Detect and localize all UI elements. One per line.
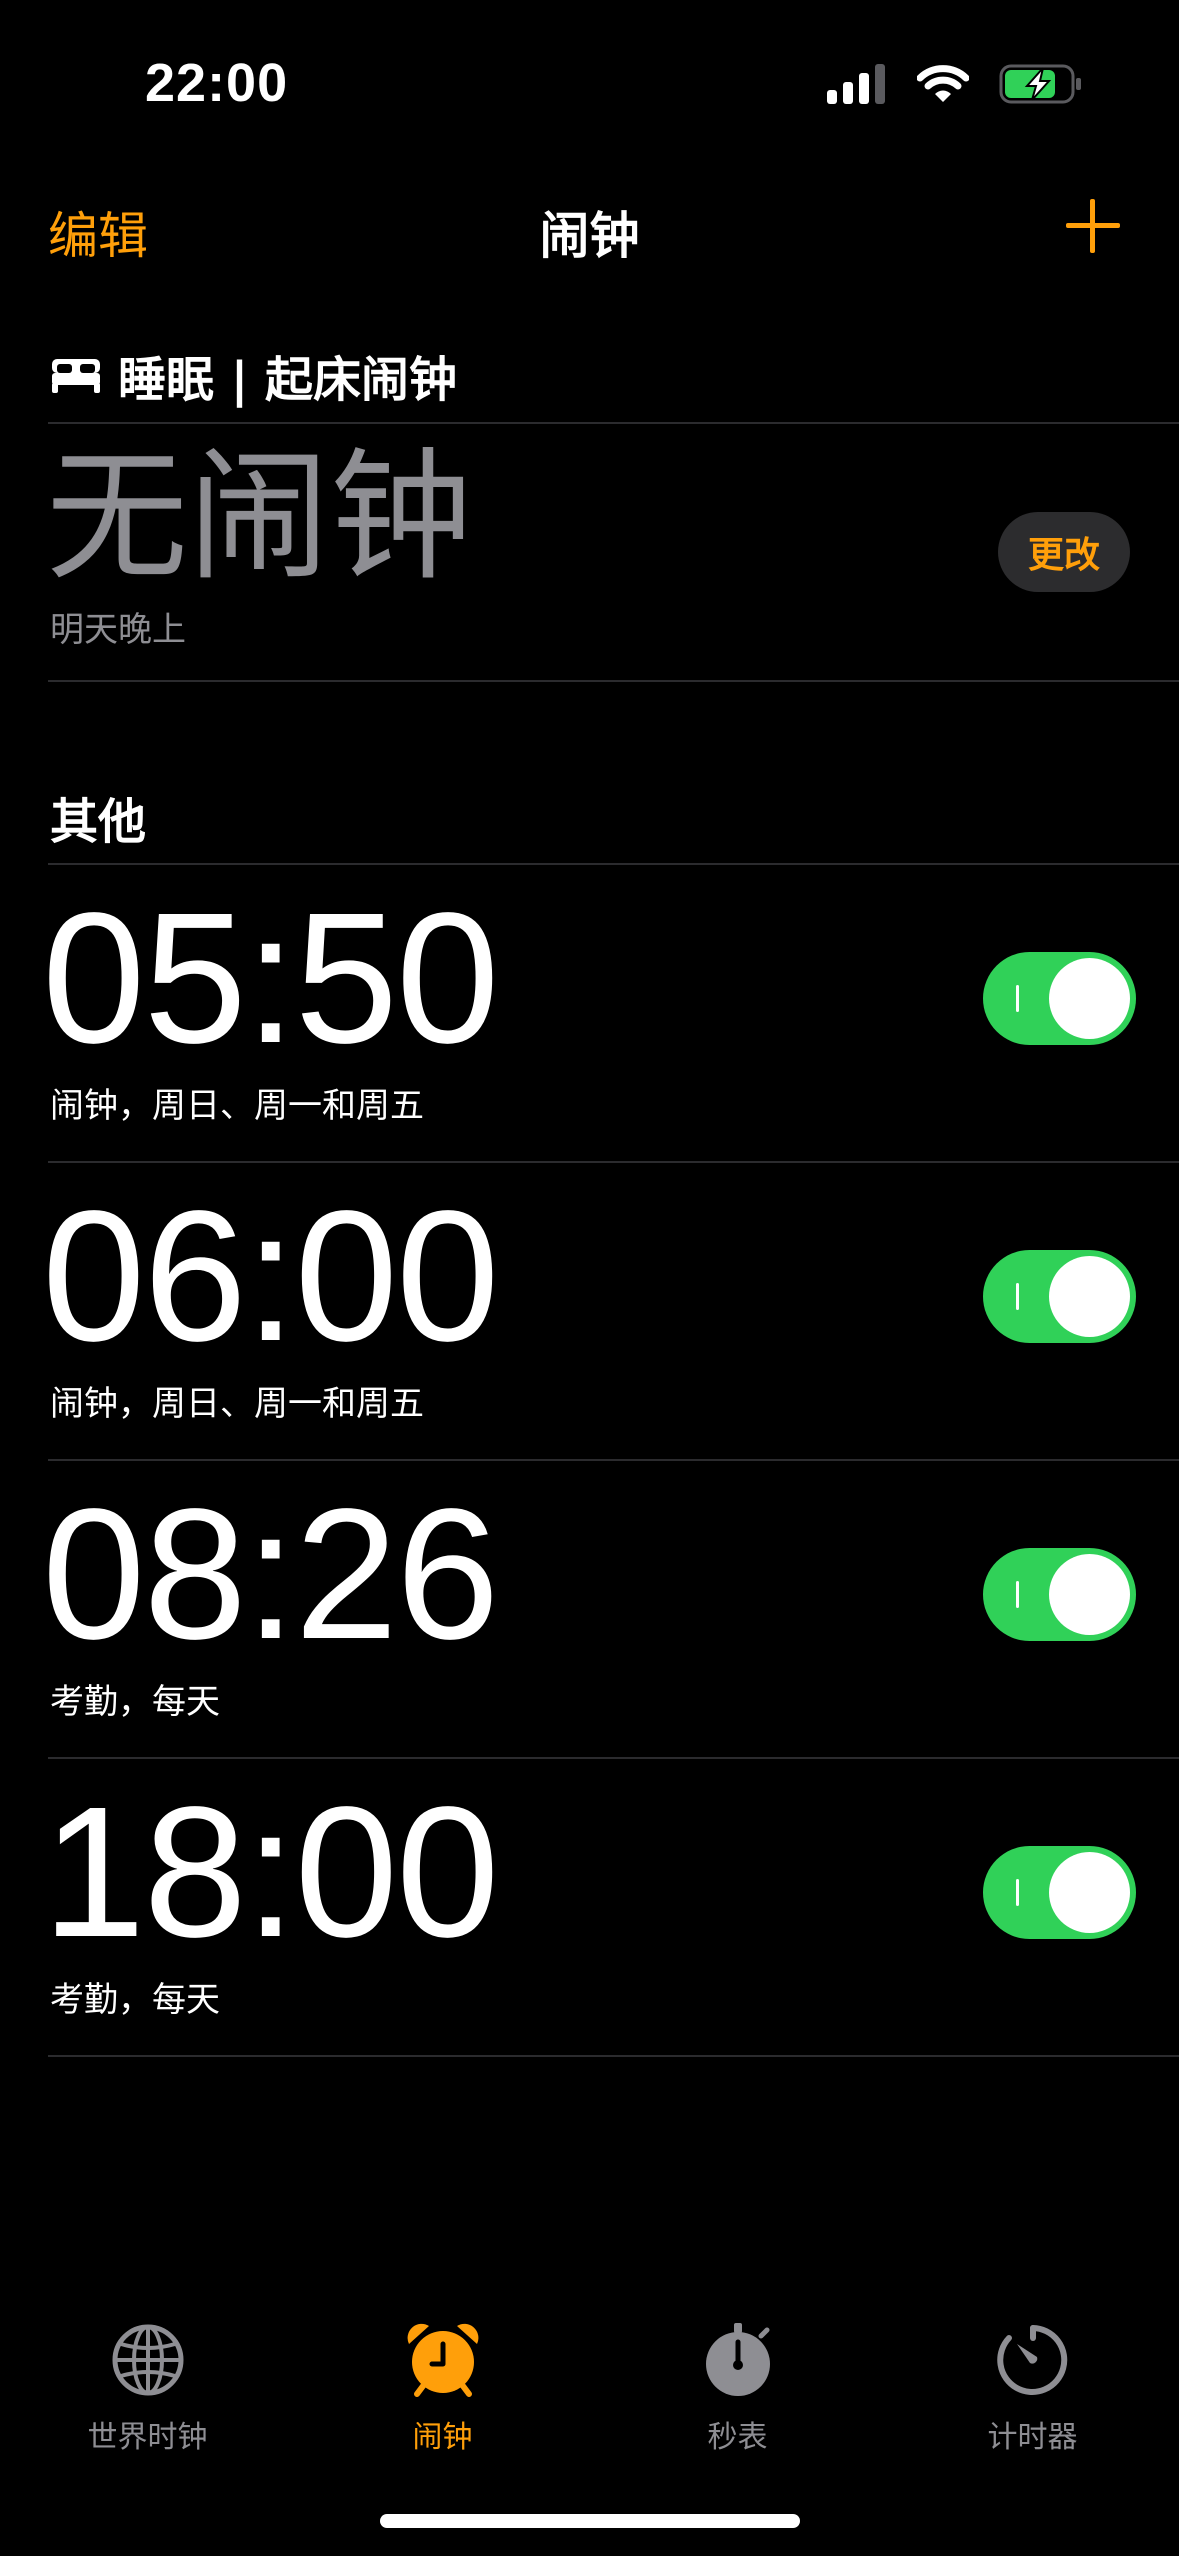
toggle-on-mark <box>1016 1581 1019 1608</box>
timer-icon <box>997 2325 1068 2395</box>
bed-icon <box>52 359 100 393</box>
tab-world-clock[interactable]: 世界时钟 <box>0 2310 295 2460</box>
divider <box>48 1459 1179 1461</box>
alarm-toggle[interactable] <box>983 1846 1136 1939</box>
tab-label: 计时器 <box>987 2420 1078 2455</box>
sleep-no-alarm-text: 无闹钟 <box>46 435 472 600</box>
alarm-toggle[interactable] <box>983 1250 1136 1343</box>
tab-alarm[interactable]: 闹钟 <box>295 2310 590 2460</box>
toggle-knob <box>1049 1256 1130 1337</box>
page-title: 闹钟 <box>539 207 640 265</box>
divider <box>48 1161 1179 1163</box>
alarm-time: 06:00 <box>42 1173 499 1380</box>
battery-charging-icon <box>999 64 1081 104</box>
toggle-on-mark <box>1016 1879 1019 1906</box>
toggle-knob <box>1049 1554 1130 1635</box>
alarm-row[interactable]: 18:00 考勤，每天 <box>0 1760 1179 2057</box>
globe-icon <box>112 2324 184 2396</box>
divider <box>48 2055 1179 2057</box>
alarm-row[interactable]: 06:00 闹钟，周日、周一和周五 <box>0 1164 1179 1461</box>
alarm-time: 08:26 <box>42 1471 499 1678</box>
toggle-knob <box>1049 1852 1130 1933</box>
tab-label: 秒表 <box>707 2420 768 2455</box>
toggle-knob <box>1049 958 1130 1039</box>
alarm-label: 考勤，每天 <box>50 1980 220 2020</box>
change-button[interactable]: 更改 <box>998 512 1130 592</box>
alarm-clock-icon <box>407 2323 479 2397</box>
divider <box>48 1757 1179 1759</box>
tab-bar: 世界时钟 闹钟 秒表 计时器 <box>0 2310 1179 2470</box>
alarm-row[interactable]: 08:26 考勤，每天 <box>0 1462 1179 1759</box>
tab-timer[interactable]: 计时器 <box>885 2310 1179 2460</box>
tab-label: 闹钟 <box>412 2420 473 2455</box>
add-alarm-button[interactable] <box>1063 196 1123 256</box>
alarm-time: 05:50 <box>42 875 499 1082</box>
other-section-title: 其他 <box>50 794 147 850</box>
sleep-subtitle: 明天晚上 <box>50 610 186 650</box>
divider <box>48 422 1179 424</box>
alarm-toggle[interactable] <box>983 1548 1136 1641</box>
home-indicator[interactable] <box>380 2514 800 2528</box>
tab-stopwatch[interactable]: 秒表 <box>590 2310 885 2460</box>
alarm-label: 考勤，每天 <box>50 1682 220 1722</box>
sleep-section-header: 睡眠 | 起床闹钟 <box>50 345 457 408</box>
divider <box>48 680 1179 682</box>
alarm-row[interactable]: 05:50 闹钟，周日、周一和周五 <box>0 866 1179 1163</box>
plus-icon <box>1066 199 1120 253</box>
alarm-toggle[interactable] <box>983 952 1136 1045</box>
alarm-label: 闹钟，周日、周一和周五 <box>50 1086 424 1126</box>
sleep-section-title: 睡眠 | 起床闹钟 <box>118 352 457 408</box>
wifi-icon <box>917 65 969 102</box>
status-icons <box>827 60 1083 108</box>
alarm-label: 闹钟，周日、周一和周五 <box>50 1384 424 1424</box>
alarm-time: 18:00 <box>42 1769 499 1976</box>
toggle-on-mark <box>1016 1283 1019 1310</box>
tab-label: 世界时钟 <box>87 2420 208 2455</box>
toggle-on-mark <box>1016 985 1019 1012</box>
stopwatch-icon <box>706 2323 770 2396</box>
status-time: 22:00 <box>145 53 289 113</box>
divider <box>48 863 1179 865</box>
cellular-signal-icon <box>827 64 885 104</box>
